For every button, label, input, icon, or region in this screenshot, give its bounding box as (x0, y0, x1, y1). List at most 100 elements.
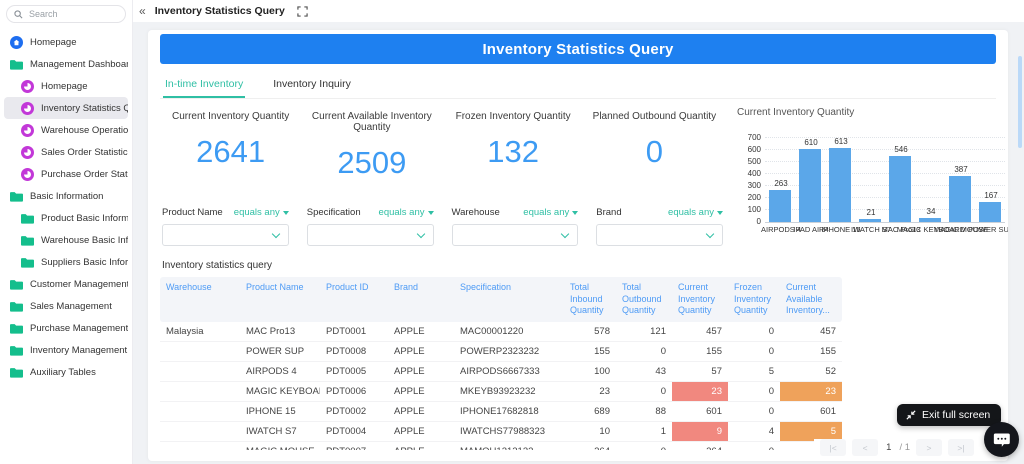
sidebar-item-label: Suppliers Basic Information (41, 257, 128, 268)
table-row[interactable]: AIRPODS 4PDT0005APPLEAIRPODS666733310043… (160, 362, 842, 382)
chart-bar[interactable] (769, 190, 791, 222)
table-cell: 457 (780, 322, 842, 341)
column-header: Frozen Inventory Quantity (728, 277, 780, 322)
tab-in-time-inventory[interactable]: In-time Inventory (163, 70, 245, 98)
sidebar-item-homepage[interactable]: Homepage (4, 75, 128, 97)
open-tab-title[interactable]: Inventory Statistics Query (155, 5, 285, 17)
collapse-sidebar-icon[interactable]: « (139, 5, 146, 17)
table-row[interactable]: POWER SUPPDT0008APPLEPOWERP2323232155015… (160, 342, 842, 362)
table-cell: 0 (728, 382, 780, 401)
next-page-button[interactable]: > (916, 439, 942, 456)
sidebar-item-sales-order-statistics[interactable]: Sales Order Statistics (4, 141, 128, 163)
table-cell: MAMOU1212132 (454, 442, 564, 450)
filter-select[interactable] (596, 224, 723, 246)
chart-bar[interactable] (919, 218, 941, 222)
table-cell (160, 382, 240, 401)
table-row[interactable]: MAGIC KEYBOARDPDT0006APPLEMKEYB939232322… (160, 382, 842, 402)
chart-panel: Current Inventory Quantity 0100200300400… (725, 103, 1005, 246)
chevron-down-icon (416, 229, 424, 237)
fullscreen-icon[interactable] (297, 6, 308, 17)
column-header: Current Available Inventory... (780, 277, 842, 322)
chevron-down-icon (272, 229, 280, 237)
filter-operator-label: equals any (668, 207, 714, 218)
sidebar-nav: HomepageManagement DashboardHomepageInve… (0, 31, 132, 383)
exit-fullscreen-button[interactable]: Exit full screen (897, 404, 1001, 426)
sidebar-item-purchase-order-statistics[interactable]: Purchase Order Statistics (4, 163, 128, 185)
scrollbar-thumb[interactable] (1018, 56, 1022, 148)
column-header: Specification (454, 277, 564, 322)
pagination: |< < 1 / 1 > >| (814, 439, 974, 456)
table-row[interactable]: MalaysiaMAC Pro13PDT0001APPLEMAC00001220… (160, 322, 842, 342)
sidebar-item-purchase-management[interactable]: Purchase Management (4, 317, 128, 339)
chart-bar[interactable] (979, 202, 1001, 222)
filter-operator[interactable]: equals any (523, 207, 578, 218)
x-tick-label: POWER SUP (968, 225, 1008, 234)
sidebar-item-warehouse-operation-statist[interactable]: Warehouse Operation Statist... (4, 119, 128, 141)
sidebar-item-label: Auxiliary Tables (30, 367, 96, 378)
sidebar-item-product-basic-information[interactable]: Product Basic Information (4, 207, 128, 229)
table-cell: 9 (672, 422, 728, 441)
sidebar-item-customer-management[interactable]: Customer Management (4, 273, 128, 295)
table-cell: 100 (564, 362, 616, 381)
filter-label: Brand (596, 207, 621, 218)
folder-icon (10, 322, 23, 335)
filter-select[interactable] (162, 224, 289, 246)
chart-bar[interactable] (889, 156, 911, 222)
last-page-button[interactable]: >| (948, 439, 974, 456)
chart-bar[interactable] (859, 219, 881, 222)
table-cell: 0 (616, 442, 672, 450)
table-cell: PDT0004 (320, 422, 388, 441)
page-title-banner: Inventory Statistics Query (160, 34, 996, 64)
sidebar-item-auxiliary-tables[interactable]: Auxiliary Tables (4, 361, 128, 383)
search-input[interactable] (27, 8, 111, 20)
sidebar-item-inventory-statistics-query[interactable]: Inventory Statistics Query (4, 97, 128, 119)
stat-value: 0 (584, 134, 725, 170)
sidebar-item-sales-management[interactable]: Sales Management (4, 295, 128, 317)
prev-page-button[interactable]: < (852, 439, 878, 456)
stat-label: Current Inventory Quantity (160, 111, 301, 122)
table-cell: 23 (564, 382, 616, 401)
chart-gridline (765, 137, 1005, 138)
sidebar-item-inventory-management[interactable]: Inventory Management (4, 339, 128, 361)
table-cell: 23 (780, 382, 842, 401)
chevron-down-icon (706, 229, 714, 237)
filter-operator[interactable]: equals any (379, 207, 434, 218)
sidebar-item-homepage[interactable]: Homepage (4, 31, 128, 53)
sidebar-item-label: Warehouse Basic Information (41, 235, 128, 246)
sidebar-item-management-dashboard[interactable]: Management Dashboard (4, 53, 128, 75)
chat-button[interactable] (984, 422, 1019, 457)
filter-select[interactable] (452, 224, 579, 246)
chart-bar[interactable] (829, 148, 851, 222)
search-icon (14, 10, 23, 19)
table-row[interactable]: IWATCH S7PDT0004APPLEIWATCHS779883231019… (160, 422, 842, 442)
filter-operator[interactable]: equals any (234, 207, 289, 218)
table-body: MalaysiaMAC Pro13PDT0001APPLEMAC00001220… (160, 322, 842, 450)
first-page-button[interactable]: |< (820, 439, 846, 456)
column-header: Product ID (320, 277, 388, 322)
table-cell: MAGIC KEYBOARD (240, 382, 320, 401)
chart-bar[interactable] (949, 176, 971, 222)
bar-value-label: 167 (984, 191, 997, 200)
column-header: Total Inbound Quantity (564, 277, 616, 322)
filter-label: Product Name (162, 207, 223, 218)
sidebar-search[interactable] (6, 5, 126, 23)
filter-label: Warehouse (452, 207, 500, 218)
sidebar: HomepageManagement DashboardHomepageInve… (0, 0, 133, 464)
sidebar-item-suppliers-basic-information[interactable]: Suppliers Basic Information (4, 251, 128, 273)
sidebar-item-label: Sales Order Statistics (41, 147, 128, 158)
table-row[interactable]: MAGIC MOUSEPDT0007APPLEMAMOU121213226402… (160, 442, 842, 450)
sidebar-item-warehouse-basic-information[interactable]: Warehouse Basic Information (4, 229, 128, 251)
filter-operator-label: equals any (234, 207, 280, 218)
filter-operator[interactable]: equals any (668, 207, 723, 218)
chart-icon (21, 80, 34, 93)
stat-card: Current Inventory Quantity2641 (160, 103, 301, 181)
tab-inventory-inquiry[interactable]: Inventory Inquiry (271, 70, 353, 98)
filter-select[interactable] (307, 224, 434, 246)
table-cell: IPHONE17682818 (454, 402, 564, 421)
sidebar-item-basic-information[interactable]: Basic Information (4, 185, 128, 207)
chart-bar[interactable] (799, 149, 821, 222)
table-row[interactable]: IPHONE 15PDT0002APPLEIPHONE1768281868988… (160, 402, 842, 422)
table-cell: 0 (728, 402, 780, 421)
chart-icon (21, 146, 34, 159)
table-cell: 0 (616, 382, 672, 401)
